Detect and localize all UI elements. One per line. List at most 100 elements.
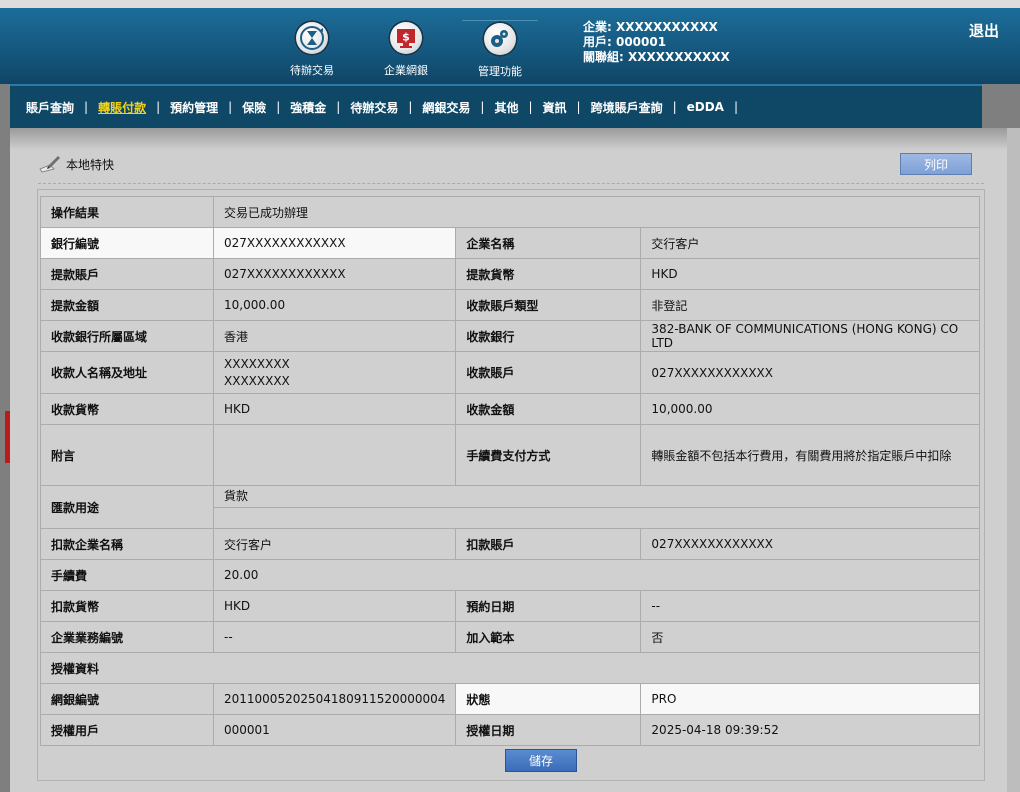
table-row: 企業業務編號 -- 加入範本 否: [40, 621, 980, 653]
purpose-blank: [214, 508, 979, 528]
right-shade: [1007, 128, 1020, 792]
pending-transactions-label: 待辦交易: [290, 64, 334, 77]
payee-currency-value: HKD: [212, 393, 457, 425]
payee-name-line2: XXXXXXXX: [224, 373, 290, 388]
status-label: 狀態: [455, 683, 642, 715]
payee-account-type-label: 收款賬戶類型: [455, 289, 642, 321]
table-row: 收款貨幣 HKD 收款金額 10,000.00: [40, 393, 980, 425]
details-panel: 操作結果 交易已成功辦理 銀行編號 027XXXXXXXXXXXX 企業名稱 交…: [37, 183, 985, 781]
save-button[interactable]: 儲存: [505, 749, 577, 772]
debit-amount-value: 10,000.00: [212, 289, 457, 321]
main-nav: 賬戶查詢 | 轉賬付款 | 預約管理 | 保險 | 強積金 | 待辦交易 | 網銀交易 | 其他 | 資訊 | 跨境…: [10, 84, 982, 128]
debit-account2-value: 027XXXXXXXXXXXX: [640, 528, 980, 560]
table-row: 授權資料: [40, 652, 980, 684]
schedule-date-label: 預約日期: [455, 590, 642, 622]
logout-link[interactable]: 退出: [969, 20, 999, 41]
fee-label: 手續費: [40, 559, 214, 591]
nav-item-label: 其他: [494, 100, 519, 115]
remark-label: 附言: [40, 424, 214, 486]
auth-date-label: 授權日期: [455, 714, 642, 746]
table-row: 收款銀行所屬區域 香港 收款銀行 382-BANK OF COMMUNICATI…: [40, 320, 980, 352]
payee-account-label: 收款賬戶: [455, 351, 642, 394]
purpose-value-cell: 貨款: [213, 485, 980, 529]
fee-method-label: 手續費支付方式: [455, 424, 642, 486]
transaction-details-table: 操作結果 交易已成功辦理 銀行編號 027XXXXXXXXXXXX 企業名稱 交…: [40, 196, 980, 746]
table-row: 授權用戶 000001 授權日期 2025-04-18 09:39:52: [40, 714, 980, 746]
top-strip: [0, 0, 1020, 8]
debit-currency-value: HKD: [640, 258, 980, 290]
netbank-no-value: 20110005202504180911520000004: [212, 683, 457, 715]
nav-item[interactable]: 預約管理 |: [170, 99, 242, 116]
table-row: 扣款貨幣 HKD 預約日期 --: [40, 590, 980, 622]
nav-separator: |: [528, 100, 533, 114]
nav-separator: |: [156, 100, 161, 114]
nav-item-label: 強積金: [290, 100, 327, 115]
debit-currency-label: 提款貨幣: [455, 258, 642, 290]
nav-item[interactable]: 網銀交易 |: [422, 99, 494, 116]
payee-bank-label: 收款銀行: [455, 320, 642, 352]
nav-item-label: eDDA: [686, 100, 724, 114]
nav-item-label: 網銀交易: [422, 100, 471, 115]
payee-name-label: 收款人名稱及地址: [40, 351, 214, 394]
remark-value: [212, 424, 457, 486]
business-no-label: 企業業務編號: [40, 621, 214, 653]
pending-transactions-button[interactable]: 待辦交易: [274, 20, 350, 78]
nav-separator: |: [336, 100, 341, 114]
user-info: 企業: XXXXXXXXXXX 用戶: 000001 關聯組: XXXXXXXX…: [583, 20, 730, 65]
nav-item[interactable]: eDDA |: [687, 100, 748, 114]
business-no-value: --: [212, 621, 457, 653]
nav-item[interactable]: 保險 |: [242, 99, 290, 116]
nav-item[interactable]: 其他 |: [494, 99, 542, 116]
content-area: 本地特快 列印 操作結果 交易已成功辦理 銀行編號 027XXXXXXXXXXX…: [10, 128, 1007, 792]
payee-name-value: XXXXXXXX XXXXXXXX: [212, 351, 457, 394]
page-title: 本地特快: [38, 154, 114, 174]
auth-date-value: 2025-04-18 09:39:52: [640, 714, 980, 746]
schedule-date-value: --: [640, 590, 980, 622]
management-button[interactable]: 管理功能: [462, 20, 538, 79]
payee-bank-region-label: 收款銀行所屬區域: [40, 320, 214, 352]
payee-amount-value: 10,000.00: [640, 393, 980, 425]
payee-name-line1: XXXXXXXX: [224, 356, 290, 371]
nav-item-label: 保險: [242, 100, 267, 115]
nav-item[interactable]: 跨境賬戶查詢 |: [591, 99, 687, 116]
nav-separator: |: [480, 100, 485, 114]
auth-section-label: 授權資料: [40, 652, 980, 684]
company-name-value: 交行客户: [640, 227, 980, 259]
fee-method-value: 轉賬金額不包括本行費用，有關費用將於指定賬戶中扣除: [640, 424, 980, 486]
auth-user-value: 000001: [212, 714, 457, 746]
nav-separator: |: [576, 100, 581, 114]
nav-item[interactable]: 資訊 |: [543, 99, 591, 116]
debit-account-label: 提款賬戶: [40, 258, 214, 290]
nav-item[interactable]: 賬戶查詢 |: [26, 99, 98, 116]
auth-user-label: 授權用戶: [40, 714, 214, 746]
content-top-shade: [10, 128, 1007, 150]
corporate-banking-button[interactable]: $ 企業網銀: [368, 20, 444, 78]
fee-value: 20.00: [213, 559, 980, 591]
nav-item-label: 預約管理: [170, 100, 219, 115]
table-row: 匯款用途 貨款: [40, 485, 980, 529]
nav-item[interactable]: 轉賬付款 |: [98, 99, 170, 116]
panel-divider: [38, 183, 984, 184]
payee-currency-label: 收款貨幣: [40, 393, 214, 425]
print-button[interactable]: 列印: [900, 153, 972, 175]
corporate-banking-label: 企業網銀: [384, 64, 428, 77]
debit-currency2-value: HKD: [212, 590, 457, 622]
nav-separator: |: [84, 100, 89, 114]
page-title-text: 本地特快: [66, 157, 115, 172]
nav-item[interactable]: 待辦交易 |: [350, 99, 422, 116]
company-id: 企業: XXXXXXXXXXX: [583, 20, 718, 34]
nav-item-label: 轉賬付款: [98, 100, 147, 115]
header-bar: 待辦交易 $ 企業網銀 管理功能 企業: XXXXXXXXXXX 用戶: 000…: [0, 8, 1020, 84]
nav-separator: |: [408, 100, 413, 114]
table-row: 銀行編號 027XXXXXXXXXXXX 企業名稱 交行客户: [40, 227, 980, 259]
gears-icon: [482, 21, 518, 57]
status-value: PRO: [640, 683, 980, 715]
debit-account-value: 027XXXXXXXXXXXX: [212, 258, 457, 290]
nav-item[interactable]: 強積金 |: [290, 99, 350, 116]
company-name-label: 企業名稱: [455, 227, 642, 259]
nav-item-label: 待辦交易: [350, 100, 399, 115]
table-row: 提款賬戶 027XXXXXXXXXXXX 提款貨幣 HKD: [40, 258, 980, 290]
debit-currency2-label: 扣款貨幣: [40, 590, 214, 622]
bank-no-value: 027XXXXXXXXXXXX: [212, 227, 457, 259]
nav-item-label: 跨境賬戶查詢: [590, 100, 663, 115]
